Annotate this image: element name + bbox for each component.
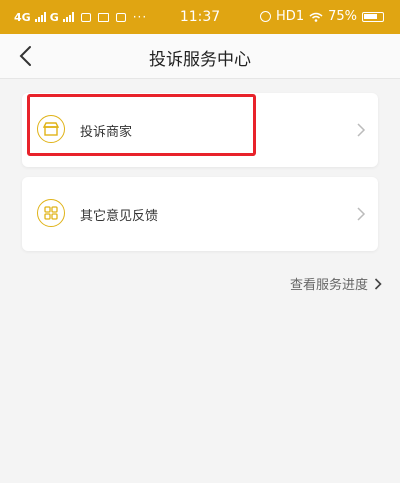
app-header: 投诉服务中心 xyxy=(0,34,400,79)
battery-icon xyxy=(362,11,384,22)
link-label: 查看服务进度 xyxy=(289,278,368,293)
alarm-icon xyxy=(260,11,272,22)
view-service-progress-link[interactable]: 查看服务进度 xyxy=(290,274,382,293)
hd-label: HD1 xyxy=(276,9,305,24)
chevron-right-icon xyxy=(357,207,366,221)
chevron-right-icon xyxy=(357,123,366,137)
menu-item-other-feedback[interactable]: 其它意见反馈 xyxy=(22,177,378,251)
menu-item-label: 投诉商家 xyxy=(80,125,133,140)
status-bar: 4G G ··· 11:37 HD1 75% xyxy=(0,0,400,34)
chevron-right-icon xyxy=(374,277,382,290)
page-title: 投诉服务中心 xyxy=(149,50,251,70)
wifi-icon xyxy=(309,12,323,22)
grid-icon xyxy=(37,199,65,227)
battery-percent: 75% xyxy=(328,9,357,24)
status-right: HD1 75% xyxy=(260,9,384,24)
menu-item-label: 其它意见反馈 xyxy=(80,209,159,224)
menu-item-complain-merchant[interactable]: 投诉商家 xyxy=(22,93,378,167)
shop-icon xyxy=(37,115,65,143)
